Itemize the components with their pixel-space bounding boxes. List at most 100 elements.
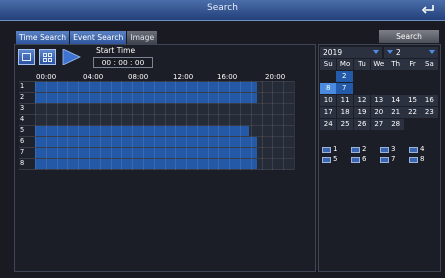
year-value: 2019 [323,48,343,57]
calendar-day[interactable]: 14 [387,95,404,106]
tab-time-search[interactable]: Time Search [16,31,70,44]
calendar-day[interactable]: 19 [353,107,371,118]
calendar-day[interactable]: 12 [353,95,371,106]
channel-row-label: 6 [20,137,25,145]
weekday-label: Sa [421,59,438,70]
channel-number: 8 [420,155,425,163]
channel-row-label: 4 [20,115,25,123]
checkbox-icon[interactable] [380,157,389,163]
calendar-day[interactable]: 21 [387,107,404,118]
grid-line [19,92,294,93]
tab-event-search[interactable]: Event Search [70,31,127,44]
grid-line [294,81,295,170]
search-button[interactable]: Search [379,30,439,43]
start-time-label: Start Time [96,46,136,55]
grid-line [19,147,294,148]
year-select[interactable]: 2019 [320,47,382,58]
start-time-input[interactable]: 00 : 00 : 00 [93,57,153,68]
channel-number: 3 [391,145,396,153]
calendar-day[interactable]: 8 [320,83,337,94]
channel-number: 5 [333,155,338,163]
hour-label: 00:00 [36,73,57,81]
window-title: Search [207,3,238,13]
calendar-grid: SuMoTuWeThFrSa12345678910111213141516171… [320,59,438,131]
checkbox-icon[interactable] [351,157,360,163]
weekday-label: Mo [336,59,354,70]
weekday-label: Fr [404,59,421,70]
title-bar: Search [0,0,445,21]
quad-screen-icon[interactable] [39,49,56,65]
calendar-day[interactable]: 11 [336,95,354,106]
hour-label: 20:00 [265,73,286,81]
month-value: 2 [396,48,401,57]
recording-timeline[interactable]: 1 2 3 4 5 6 7 8 [19,81,295,170]
play-icon[interactable] [61,49,81,65]
calendar-week: 17 18 19 20 21 22 23 [320,107,438,119]
calendar-day[interactable]: 20 [370,107,388,118]
search-tabs: Time Search Event Search Image [16,31,158,44]
grid-line [19,114,294,115]
checkbox-icon[interactable] [409,147,418,153]
calendar-week: 10 11 12 13 14 15 16 [320,95,438,107]
tab-image[interactable]: Image [127,31,158,44]
chevron-down-icon [387,50,393,54]
channel-number: 1 [333,145,338,153]
hour-label: 04:00 [83,73,104,81]
channel-row-label: 1 [20,82,25,90]
calendar-day[interactable]: 7 [336,83,353,94]
grid-line [19,136,294,137]
calendar-day[interactable]: 2 [336,71,353,82]
single-screen-icon[interactable] [18,49,35,65]
calendar-day[interactable]: 16 [421,95,438,106]
calendar-empty-cell [404,119,420,130]
calendar-empty-cell [371,71,388,82]
calendar-empty-cell [320,71,337,82]
checkbox-icon[interactable] [322,157,331,163]
hour-label: 12:00 [173,73,194,81]
calendar-week: 24 25 26 27 28 [320,119,438,131]
chevron-down-icon [429,50,435,54]
weekday-label: Th [387,59,404,70]
grid-line [19,103,294,104]
grid-line [19,125,294,126]
channel-number: 6 [362,155,367,163]
hour-label: 16:00 [217,73,238,81]
channel-number: 4 [420,145,425,153]
calendar-day[interactable]: 15 [404,95,421,106]
calendar-empty-cell [388,71,405,82]
calendar-day[interactable]: 10 [320,95,337,106]
calendar-week: 3456789 [320,83,438,95]
checkbox-icon[interactable] [322,147,331,153]
calendar-empty-cell [421,119,437,130]
chevron-down-icon [373,50,379,54]
calendar-day[interactable]: 22 [404,107,421,118]
weekday-label: Tu [353,59,371,70]
calendar-empty-cell [354,71,371,82]
return-arrow-icon[interactable] [420,2,436,16]
calendar-day[interactable]: 28 [387,119,404,130]
channel-row-label: 3 [20,104,25,112]
calendar-weekday-header: Su Mo Tu We Th Fr Sa [320,59,438,71]
weekday-label: We [370,59,388,70]
calendar-day[interactable]: 27 [370,119,388,130]
grid-line [19,169,294,170]
channel-row-label: 2 [20,93,25,101]
grid-line [19,158,294,159]
grid-line [19,81,294,82]
calendar-day[interactable]: 23 [421,107,438,118]
calendar-day[interactable]: 26 [353,119,371,130]
calendar-day[interactable]: 25 [336,119,354,130]
calendar-day[interactable]: 18 [336,107,354,118]
channel-row-label: 5 [20,126,25,134]
channel-row-label: 7 [20,148,25,156]
checkbox-icon[interactable] [380,147,389,153]
checkbox-icon[interactable] [351,147,360,153]
calendar-day[interactable]: 17 [320,107,337,118]
channel-row-label: 8 [20,159,25,167]
month-select[interactable]: 2 [384,47,438,58]
channel-number: 7 [391,155,396,163]
calendar-day[interactable]: 24 [320,119,337,130]
checkbox-icon[interactable] [409,157,418,163]
hour-label: 08:00 [128,73,149,81]
calendar-day[interactable]: 13 [370,95,388,106]
